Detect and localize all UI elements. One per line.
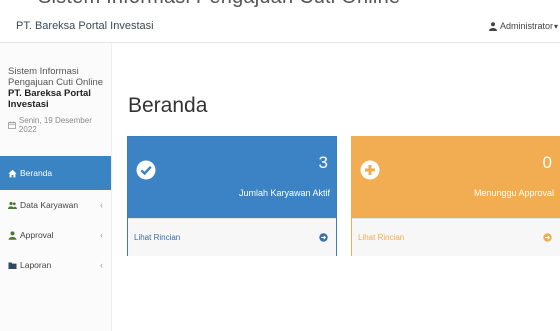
chevron-left-icon: ‹ [100, 230, 103, 240]
brand[interactable]: PT. Bareksa Portal Investasi [0, 10, 154, 42]
calendar-icon [8, 121, 16, 129]
user-icon [488, 21, 497, 31]
user-icon [8, 230, 17, 240]
page-title: Beranda [128, 94, 208, 118]
card-header: 0 Menunggu Approval [352, 137, 560, 218]
arrow-circle-right-icon[interactable] [319, 233, 328, 242]
card-footer-link[interactable]: Lihat Rincian [352, 218, 560, 256]
sidebar-item-laporan[interactable]: Laporan ‹ [0, 250, 111, 280]
sidebar-item-approval[interactable]: Approval ‹ [0, 220, 111, 250]
chevron-left-icon: ‹ [100, 260, 103, 270]
card-label: Jumlah Karyawan Aktif [238, 188, 330, 198]
check-circle-icon [136, 160, 156, 180]
sidebar-item-label: Approval [20, 230, 54, 240]
view-details-link[interactable]: Lihat Rincian [134, 233, 180, 242]
user-name: Administrator [499, 21, 553, 31]
sidebar-item-label: Data Karyawan [20, 200, 79, 210]
card-header: 3 Jumlah Karyawan Aktif [128, 137, 336, 218]
top-navbar: PT. Bareksa Portal Investasi Administrat… [0, 10, 560, 43]
card-count: 3 [318, 153, 328, 172]
sidebar-item-beranda[interactable]: Beranda [0, 156, 111, 190]
top-cropped-text: Sistem Informasi Pengajuan Cuti Online [0, 0, 560, 10]
sidebar-item-label: Laporan [20, 260, 52, 270]
sidebar: Sistem Informasi Pengajuan Cuti Online P… [0, 43, 112, 331]
caret-down-icon: ▾ [553, 21, 558, 31]
sidebar-item-label: Beranda [20, 168, 53, 178]
stat-card-pending-approval: 0 Menunggu Approval Lihat Rincian [351, 136, 560, 256]
card-count: 0 [542, 153, 552, 172]
sidebar-item-data-karyawan[interactable]: Data Karyawan ‹ [0, 190, 111, 220]
folder-icon [8, 262, 17, 269]
card-footer-link[interactable]: Lihat Rincian [128, 218, 336, 256]
arrow-circle-right-icon[interactable] [543, 233, 552, 242]
brand-name: PT. Bareksa Portal Investasi [16, 20, 154, 32]
chevron-left-icon: ‹ [100, 200, 103, 210]
home-icon [8, 169, 17, 177]
user-menu[interactable]: Administrator ▾ [488, 10, 558, 42]
current-date: Senin, 19 Desember 2022 [8, 116, 111, 134]
top-cropped-label: Sistem Informasi Pengajuan Cuti Online [38, 0, 400, 9]
system-title: Sistem Informasi Pengajuan Cuti Online [8, 66, 104, 88]
sidebar-menu: Beranda Data Karyawan ‹ Approval ‹ Lapor… [0, 156, 111, 280]
company-name: PT. Bareksa Portal Investasi [8, 88, 91, 110]
date-text: Senin, 19 Desember 2022 [18, 116, 92, 134]
sidebar-info: Sistem Informasi Pengajuan Cuti Online P… [0, 43, 111, 134]
card-label: Menunggu Approval [473, 188, 554, 198]
users-icon [8, 201, 17, 209]
plus-circle-icon [360, 160, 380, 180]
view-details-link[interactable]: Lihat Rincian [358, 233, 404, 242]
stat-card-active-employees: 3 Jumlah Karyawan Aktif Lihat Rincian [127, 136, 337, 256]
